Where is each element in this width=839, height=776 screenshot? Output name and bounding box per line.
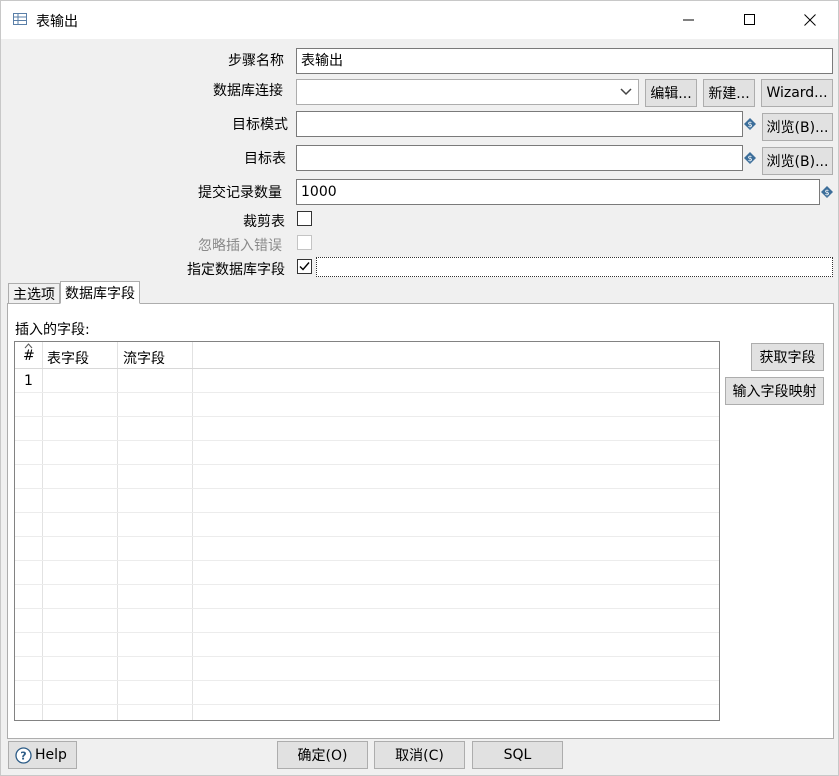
edit-connection-button[interactable]: 编辑... [645,79,697,107]
target-table-input[interactable] [296,145,743,171]
help-icon: ? [15,746,32,764]
svg-text:$: $ [747,120,752,129]
connection-select[interactable] [296,79,639,105]
svg-text:?: ? [20,749,26,762]
svg-text:$: $ [824,188,829,197]
get-fields-button[interactable]: 获取字段 [751,343,824,371]
variable-icon: $ [821,186,833,198]
focus-indicator [316,257,833,277]
variable-icon: $ [744,152,756,164]
maximize-button[interactable] [727,1,773,39]
column-header-number: # [23,348,35,364]
step-name-input[interactable]: 表输出 [296,48,833,74]
row-number: 1 [24,373,33,389]
checkmark-icon [299,262,310,271]
title-bar: 表输出 [1,1,838,39]
variable-icon: $ [744,118,756,130]
fields-heading: 插入的字段: [15,322,90,338]
tab-main-options[interactable]: 主选项 [8,283,60,304]
column-header-table-field[interactable]: 表字段 [47,348,89,368]
specify-fields-label: 指定数据库字段 [187,262,285,278]
truncate-checkbox[interactable] [297,211,312,226]
help-label: Help [35,747,67,763]
window-title: 表输出 [36,14,78,30]
truncate-label: 裁剪表 [243,214,285,230]
close-icon [804,14,816,26]
table-output-icon [13,13,27,25]
connection-label: 数据库连接 [213,83,283,99]
step-name-label: 步骤名称 [228,53,284,69]
commit-size-label: 提交记录数量 [198,185,282,201]
help-button[interactable]: ? Help [8,741,77,769]
minimize-icon [683,19,694,21]
input-field-mapping-button[interactable]: 输入字段映射 [725,377,824,405]
browse-schema-button[interactable]: 浏览(B)... [762,113,833,141]
ignore-errors-checkbox [297,235,312,250]
commit-size-input[interactable]: 1000 [296,179,820,205]
target-schema-label: 目标模式 [232,117,288,133]
target-table-label: 目标表 [244,151,286,167]
ok-button[interactable]: 确定(O) [277,741,368,769]
chevron-down-icon [620,88,632,96]
wizard-button[interactable]: Wizard... [761,79,833,107]
tab-database-fields[interactable]: 数据库字段 [60,281,140,304]
dialog-window: 表输出 步骤名称 表输出 数据库连接 编辑... 新建... Wizard...… [0,0,839,776]
ignore-errors-label: 忽略插入错误 [198,238,282,254]
minimize-button[interactable] [666,1,712,39]
maximize-icon [744,14,755,25]
column-header-stream-field[interactable]: 流字段 [123,348,165,368]
close-button[interactable] [787,1,833,39]
new-connection-button[interactable]: 新建... [703,79,755,107]
cancel-button[interactable]: 取消(C) [374,741,465,769]
target-schema-input[interactable] [296,111,743,137]
fields-table[interactable]: # 表字段 流字段 1 [14,341,720,721]
specify-fields-checkbox[interactable] [297,259,312,274]
sql-button[interactable]: SQL [472,741,563,769]
svg-text:$: $ [747,154,752,163]
browse-table-button[interactable]: 浏览(B)... [762,147,833,175]
